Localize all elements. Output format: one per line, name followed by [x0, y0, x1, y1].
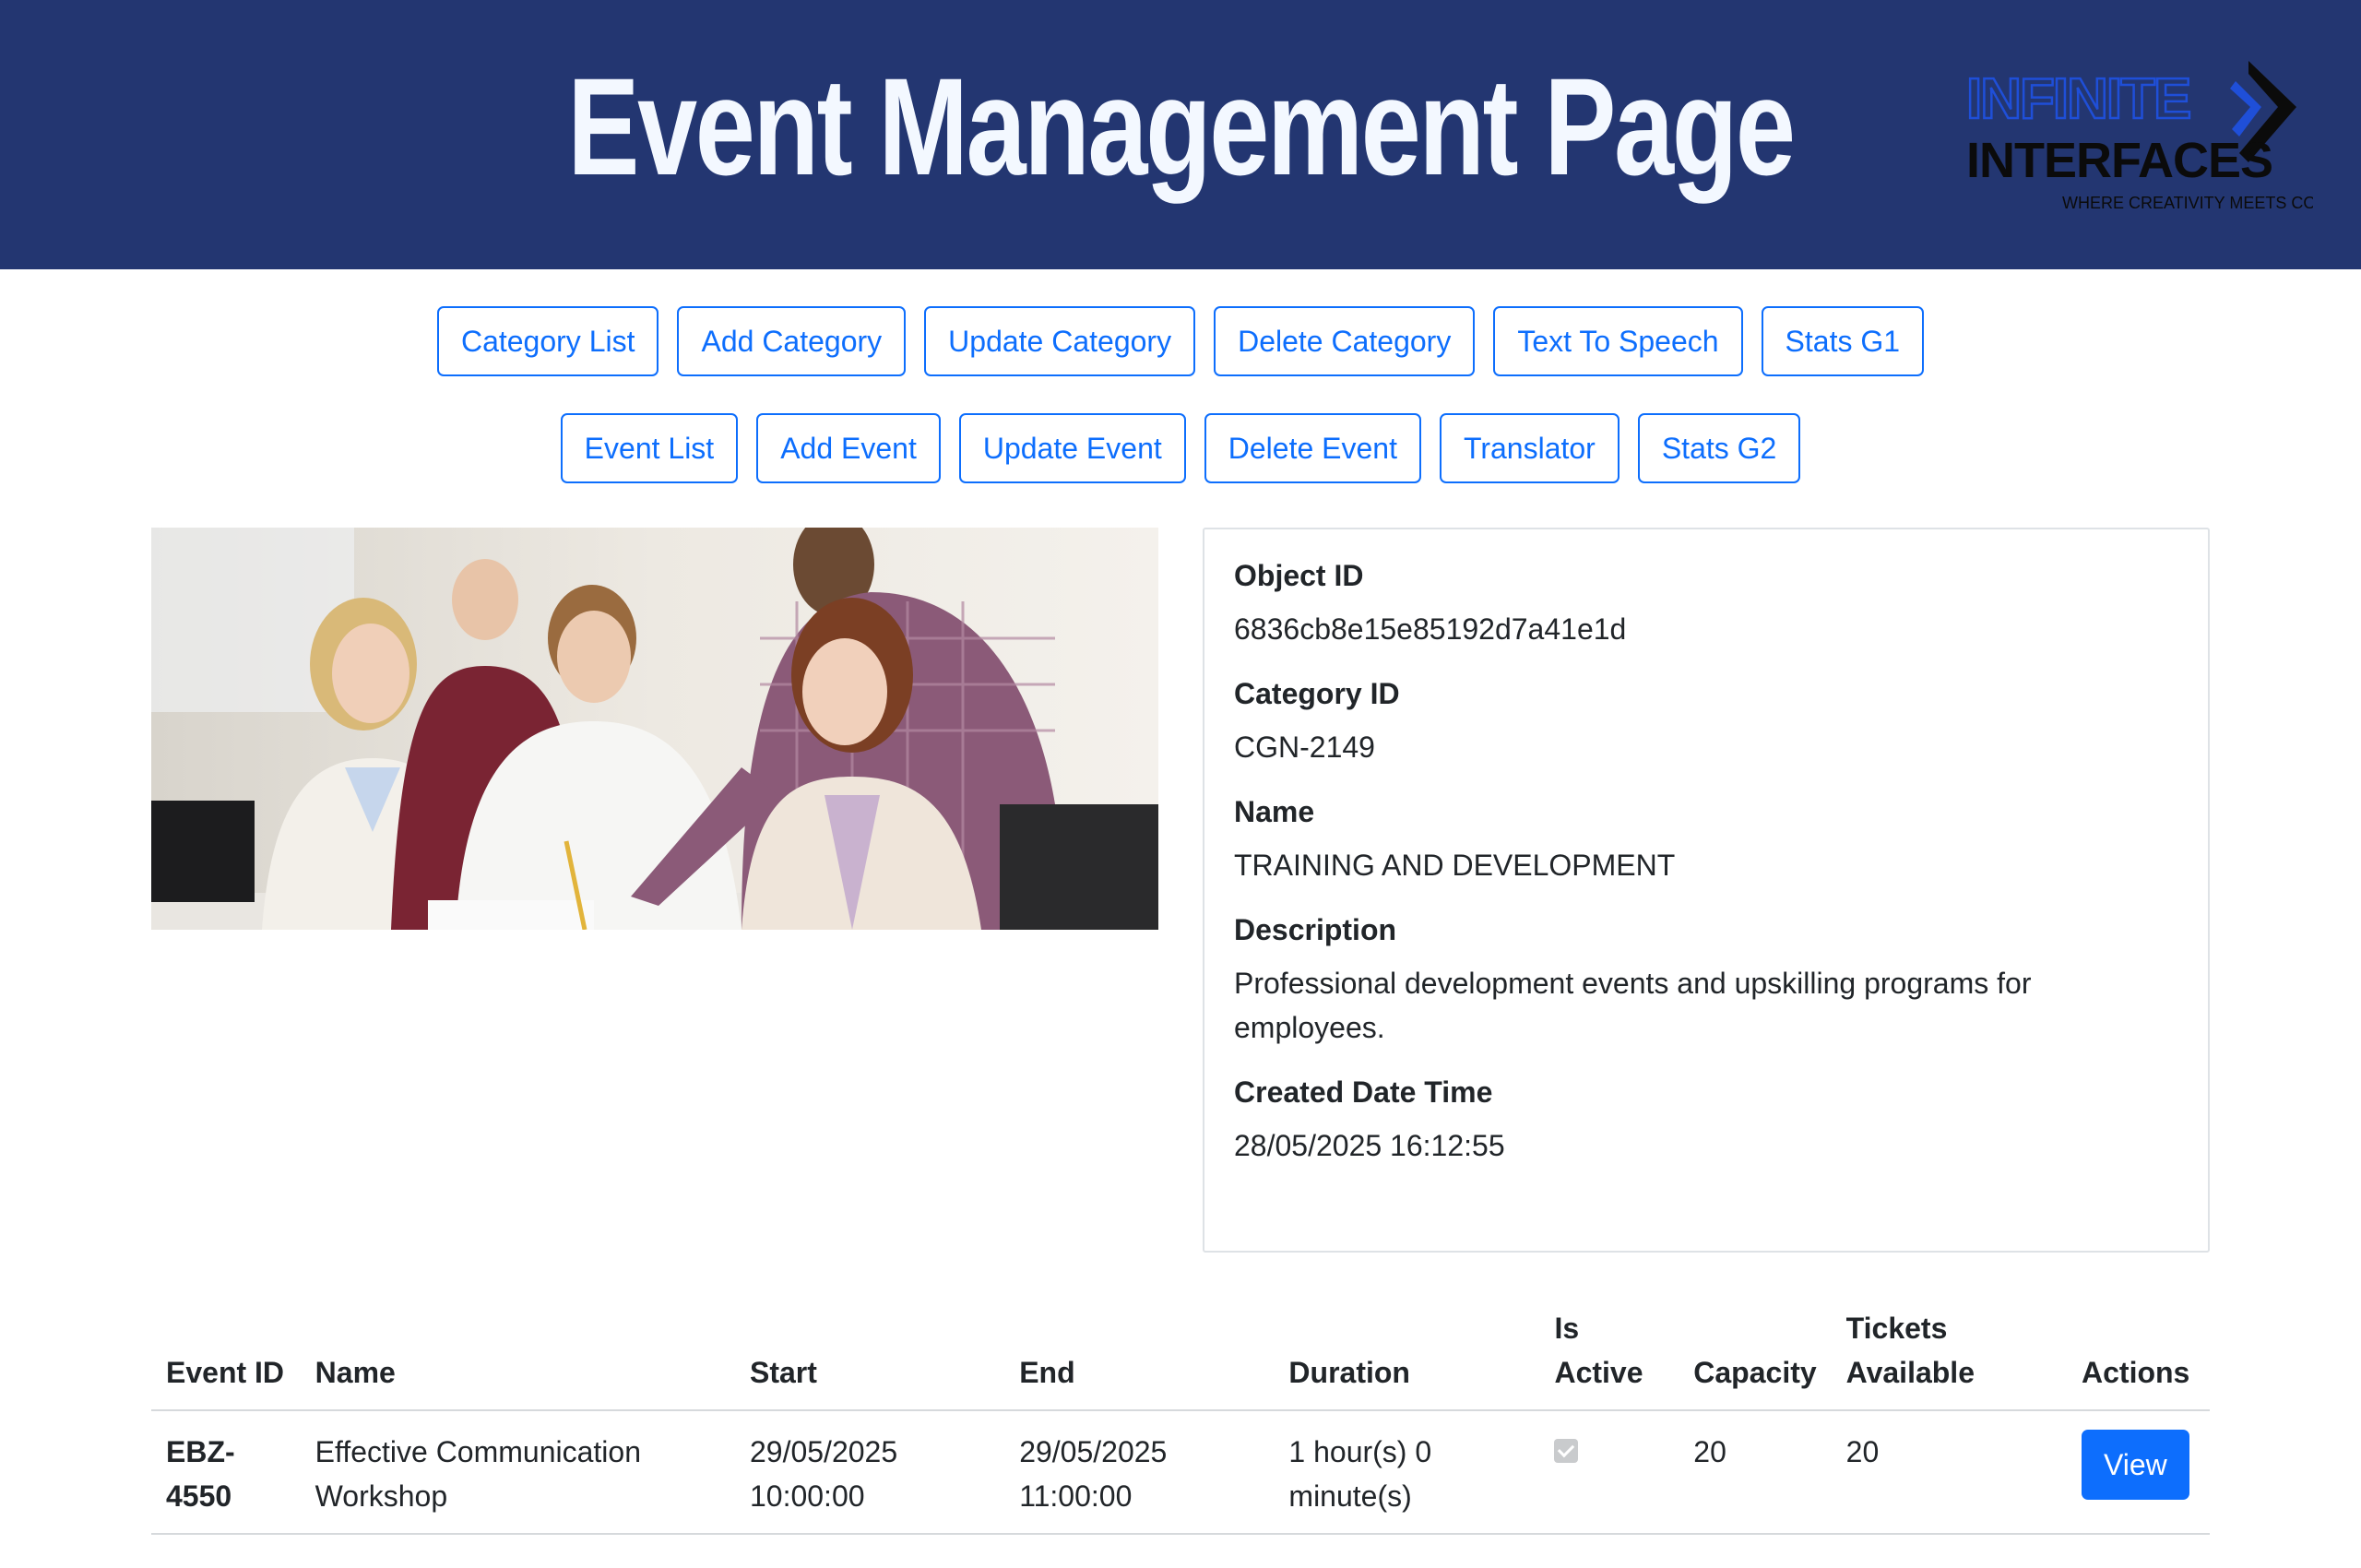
event-actions-cell: View	[2067, 1410, 2210, 1535]
event-nav: Event List Add Event Update Event Delete…	[0, 413, 2361, 483]
update-event-button[interactable]: Update Event	[958, 413, 1186, 483]
column-header-capacity: Capacity	[1679, 1306, 1832, 1411]
category-id-field: Category ID CGN-2149	[1234, 673, 2178, 769]
description-field: Description Professional development eve…	[1234, 909, 2178, 1050]
logo-line2: INTERFACES	[1966, 133, 2272, 188]
stats-g1-button[interactable]: Stats G1	[1761, 306, 1925, 376]
column-header-actions: Actions	[2067, 1306, 2210, 1411]
field-value: CGN-2149	[1234, 731, 1375, 764]
event-duration-cell: 1 hour(s) 0 minute(s)	[1274, 1410, 1540, 1535]
logo-line1: INFINITE	[1966, 67, 2189, 131]
field-label: Object ID	[1234, 559, 1364, 592]
event-id-cell: EBZ-4550	[151, 1410, 301, 1535]
column-header-is-active: Is Active	[1539, 1306, 1679, 1411]
add-event-button[interactable]: Add Event	[756, 413, 941, 483]
category-list-button[interactable]: Category List	[436, 306, 659, 376]
field-label: Name	[1234, 795, 1315, 828]
field-value: TRAINING AND DEVELOPMENT	[1234, 849, 1676, 882]
table-row: EBZ-4550 Effective Communication Worksho…	[151, 1410, 2210, 1535]
add-category-button[interactable]: Add Category	[677, 306, 907, 376]
category-nav: Category List Add Category Update Catego…	[0, 306, 2361, 376]
page-header: Event Management Page INFINITE INTERFACE…	[0, 0, 2361, 269]
field-label: Category ID	[1234, 677, 1400, 710]
translator-button[interactable]: Translator	[1439, 413, 1619, 483]
created-date-time-field: Created Date Time 28/05/2025 16:12:55	[1234, 1072, 2178, 1168]
event-capacity-cell: 20	[1679, 1410, 1832, 1535]
column-header-start: Start	[734, 1306, 1005, 1411]
delete-category-button[interactable]: Delete Category	[1214, 306, 1476, 376]
column-header-tickets-available: Tickets Available	[1831, 1306, 2067, 1411]
events-table: Event ID Name Start End Duration Is Acti…	[151, 1306, 2210, 1535]
object-id-field: Object ID 6836cb8e15e85192d7a41e1d	[1234, 555, 2178, 651]
stats-g2-button[interactable]: Stats G2	[1637, 413, 1801, 483]
table-header-row: Event ID Name Start End Duration Is Acti…	[151, 1306, 2210, 1411]
column-header-end: End	[1004, 1306, 1275, 1411]
event-start-cell: 29/05/2025 10:00:00	[734, 1410, 1005, 1535]
logo-tagline: WHERE CREATIVITY MEETS CODE	[2062, 194, 2313, 212]
company-logo: INFINITE INTERFACES WHERE CREATIVITY MEE…	[1963, 53, 2313, 220]
event-end-cell: 29/05/2025 11:00:00	[1004, 1410, 1275, 1535]
event-name-cell: Effective Communication Workshop	[300, 1410, 735, 1535]
field-label: Description	[1234, 913, 1397, 946]
logo-graphic: INFINITE INTERFACES WHERE CREATIVITY MEE…	[1965, 61, 2313, 212]
name-field: Name TRAINING AND DEVELOPMENT	[1234, 791, 2178, 887]
view-event-button[interactable]: View	[2082, 1430, 2189, 1500]
event-tickets-available-cell: 20	[1831, 1410, 2067, 1535]
event-is-active-cell	[1539, 1410, 1679, 1535]
is-active-checkbox	[1554, 1439, 1579, 1463]
page-title: Event Management Page	[567, 49, 1796, 204]
category-image	[151, 528, 1158, 930]
column-header-duration: Duration	[1274, 1306, 1540, 1411]
column-header-event-id: Event ID	[151, 1306, 301, 1411]
team-meeting-photo-icon	[151, 528, 1158, 930]
field-label: Created Date Time	[1234, 1075, 1493, 1109]
delete-event-button[interactable]: Delete Event	[1204, 413, 1421, 483]
field-value: 6836cb8e15e85192d7a41e1d	[1234, 612, 1627, 646]
category-details-card: Object ID 6836cb8e15e85192d7a41e1d Categ…	[1203, 528, 2210, 1253]
logo-diamond-inner-icon	[2230, 81, 2261, 137]
event-list-button[interactable]: Event List	[560, 413, 739, 483]
field-value: Professional development events and upsk…	[1234, 967, 2032, 1044]
text-to-speech-button[interactable]: Text To Speech	[1493, 306, 1743, 376]
column-header-name: Name	[300, 1306, 735, 1411]
field-value: 28/05/2025 16:12:55	[1234, 1129, 1505, 1162]
update-category-button[interactable]: Update Category	[924, 306, 1196, 376]
